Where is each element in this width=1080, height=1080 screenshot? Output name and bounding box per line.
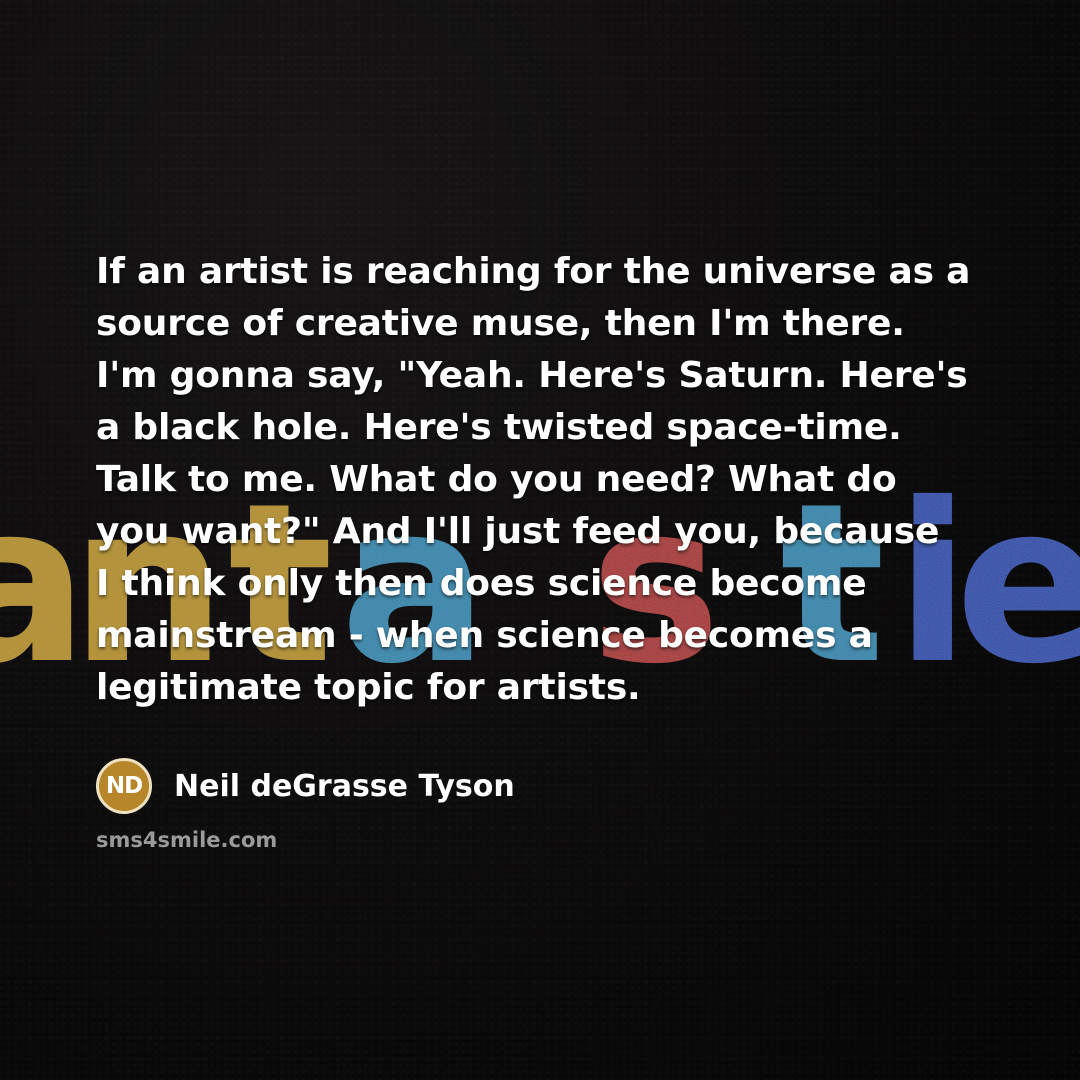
author-name: Neil deGrasse Tyson	[174, 768, 515, 804]
quote-line: I'm gonna say, "Yeah. Here's Saturn. Her…	[96, 355, 968, 396]
author-row: ND Neil deGrasse Tyson	[96, 756, 515, 816]
author-initials-badge: ND	[96, 758, 152, 814]
quote-line: mainstream - when science becomes a	[96, 615, 873, 656]
quote-line: you want?" And I'll just feed you, becau…	[96, 511, 940, 552]
quote-line: If an artist is reaching for the univers…	[96, 251, 971, 292]
author-initials: ND	[105, 773, 143, 799]
quote-line: source of creative muse, then I'm there.	[96, 303, 905, 344]
quote-text: If an artist is reaching for the univers…	[96, 246, 996, 714]
quote-line: Talk to me. What do you need? What do	[96, 459, 897, 500]
site-watermark: sms4smile.com	[96, 828, 278, 852]
quote-card: a n t a s t i e If an artist is reaching…	[0, 0, 1080, 1080]
quote-line: legitimate topic for artists.	[96, 667, 641, 708]
quote-line: a black hole. Here's twisted space-time.	[96, 407, 902, 448]
quote-line: I think only then does science become	[96, 563, 867, 604]
